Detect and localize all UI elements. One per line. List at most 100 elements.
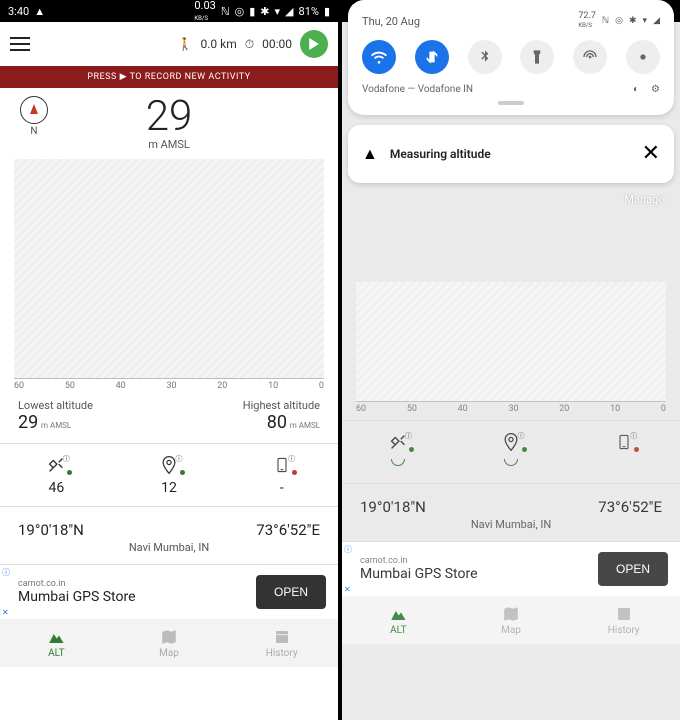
sensor-device: ⓘ (567, 431, 680, 473)
ad-title: Mumbai GPS Store (18, 589, 246, 605)
chart-x-axis: 60 50 40 30 20 10 0 (0, 379, 338, 397)
qs-net-speed: 72.7KB/S (578, 12, 596, 30)
sensor-satellite[interactable]: ⓘ 46 (0, 454, 113, 496)
vibrate-icon: ▮ (249, 5, 255, 18)
qs-date: Thu, 20 Aug (362, 15, 420, 28)
app-icon: ▲ (34, 5, 45, 18)
tab-history[interactable]: History (225, 619, 338, 667)
nfc-icon: ℕ (602, 16, 609, 26)
distance-value: 0.0 km (201, 37, 237, 51)
notif-manage-button[interactable]: Manage (342, 183, 680, 216)
notification-card[interactable]: ▲ Measuring altitude ✕ (348, 125, 674, 183)
lowest-label: Lowest altitude (18, 399, 93, 412)
notif-close-icon[interactable]: ✕ (642, 143, 660, 165)
tab-map[interactable]: Map (113, 619, 226, 667)
altitude-chart[interactable] (14, 159, 324, 379)
qs-hotspot-tile[interactable] (573, 40, 607, 74)
screen-left: 3:40 ▲ 0.03KB/S ℕ ◎ ▮ ✱ ▾ ◢ 81% ▮ 🚶 0.0 … (0, 0, 338, 720)
walk-icon: 🚶 (178, 37, 193, 51)
record-banner[interactable]: PRESS ▶ TO RECORD NEW ACTIVITY (0, 66, 338, 88)
altitude-value: 29 (54, 96, 284, 138)
qs-user-icon[interactable]: ◐ (633, 84, 639, 95)
altitude-chart (356, 282, 666, 402)
signal-icon: ◢ (285, 5, 293, 18)
coordinates: 19°0'18"N 73°6'52"E (342, 484, 680, 518)
ad-close-icon[interactable]: ✕ (2, 608, 9, 617)
device-value: - (280, 480, 284, 496)
place-name: Navi Mumbai, IN (342, 518, 680, 541)
ad-url: carnot.co.in (360, 556, 588, 566)
status-bar: 3:40 ▲ 0.03KB/S ℕ ◎ ▮ ✱ ▾ ◢ 81% ▮ (0, 0, 338, 22)
notif-app-icon: ▲ (362, 144, 378, 164)
quick-settings-panel: Thu, 20 Aug 72.7KB/S ℕ ◎ ✱ ▾ ◢ V (348, 0, 674, 115)
ad-info-icon[interactable]: ⓘ (2, 567, 10, 578)
altitude-stats: Lowest altitude 29 m AMSL Highest altitu… (0, 397, 338, 443)
ad-banner[interactable]: ⓘ ✕ carnot.co.in Mumbai GPS Store OPEN (0, 564, 338, 619)
chart-x-axis: 60 50 40 30 20 10 0 (342, 402, 680, 420)
app-toolbar: 🚶 0.0 km ⏱ 00:00 (0, 22, 338, 66)
record-button[interactable] (300, 30, 328, 58)
battery-pct: 81% (299, 5, 319, 18)
nfc-icon: ℕ (221, 5, 230, 18)
ad-open-button: OPEN (598, 552, 668, 586)
qs-bluetooth-tile[interactable] (468, 40, 502, 74)
highest-unit: m AMSL (290, 421, 320, 430)
ad-close-icon: ✕ (344, 585, 351, 594)
qs-wifi-tile[interactable] (362, 40, 396, 74)
bottom-tabs: ALT Map History (0, 619, 338, 667)
sensor-gps: ⓘ (455, 431, 568, 473)
notif-title: Measuring altitude (390, 147, 630, 161)
wifi-icon: ▾ (275, 5, 281, 18)
compass-direction: N (14, 126, 54, 137)
altitude-unit: m AMSL (54, 138, 284, 151)
lowest-value: 29 (18, 412, 38, 433)
ad-banner: ⓘ ✕ carnot.co.in Mumbai GPS Store OPEN (342, 541, 680, 596)
gps-value: 12 (161, 480, 177, 496)
longitude: 73°6'52"E (256, 521, 320, 539)
compass-icon[interactable] (20, 96, 48, 124)
tab-alt[interactable]: ALT (0, 619, 113, 667)
qs-brightness-tile[interactable] (626, 40, 660, 74)
tab-map: Map (455, 596, 568, 644)
place-name: Navi Mumbai, IN (0, 541, 338, 564)
location-icon: ◎ (235, 5, 245, 18)
bug-icon: ✱ (260, 5, 269, 18)
sensors-row: ⓘ 46 ⓘ 12 ⓘ - (0, 443, 338, 507)
latitude: 19°0'18"N (360, 498, 426, 516)
battery-icon: ▮ (324, 5, 330, 18)
lowest-unit: m AMSL (41, 421, 71, 430)
bottom-tabs: ALT Map History (342, 596, 680, 644)
status-time: 3:40 (8, 5, 29, 18)
tab-alt: ALT (342, 596, 455, 644)
menu-button[interactable] (10, 37, 30, 51)
longitude: 73°6'52"E (598, 498, 662, 516)
signal-icon: ◢ (653, 16, 660, 26)
qs-flashlight-tile[interactable] (520, 40, 554, 74)
notification-shade[interactable]: Thu, 20 Aug 72.7KB/S ℕ ◎ ✱ ▾ ◢ V (342, 0, 680, 216)
sat-value: 46 (48, 480, 64, 496)
sensor-satellite: ⓘ (342, 431, 455, 473)
screen-right: 3:30 84% ▮ Thu, 20 Aug 72.7KB/S ℕ ◎ ✱ ▾ … (342, 0, 680, 720)
stopwatch-icon: ⏱ (245, 37, 254, 52)
qs-drag-handle[interactable] (498, 101, 524, 105)
net-speed: 0.03KB/S (194, 0, 215, 22)
sensor-gps[interactable]: ⓘ 12 (113, 454, 226, 496)
ad-title: Mumbai GPS Store (360, 566, 588, 582)
highest-value: 80 (267, 412, 287, 433)
ad-url: carnot.co.in (18, 579, 246, 589)
qs-data-tile[interactable] (415, 40, 449, 74)
location-icon: ◎ (615, 16, 623, 26)
latitude: 19°0'18"N (18, 521, 84, 539)
tab-history: History (567, 596, 680, 644)
sensor-device[interactable]: ⓘ - (225, 454, 338, 496)
wifi-icon: ▾ (643, 16, 648, 26)
sensors-row: ⓘ ⓘ ⓘ (342, 420, 680, 484)
timer-value: 00:00 (262, 37, 292, 51)
main-reading: N 29 m AMSL (0, 88, 338, 155)
coordinates[interactable]: 19°0'18"N 73°6'52"E (0, 507, 338, 541)
qs-carrier: Vodafone — Vodafone IN (362, 84, 473, 95)
ad-info-icon: ⓘ (344, 544, 352, 555)
qs-settings-icon[interactable]: ⚙ (651, 84, 660, 95)
ad-open-button[interactable]: OPEN (256, 575, 326, 609)
highest-label: Highest altitude (243, 399, 320, 412)
